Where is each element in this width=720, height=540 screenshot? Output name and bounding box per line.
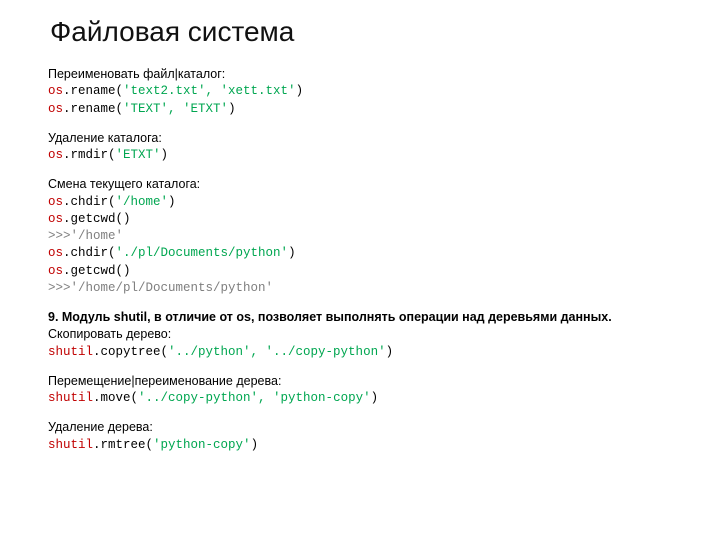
section-rmdir: Удаление каталога: os.rmdir('ETXT') xyxy=(48,130,672,165)
section-heading: Перемещение|переименование дерева: xyxy=(48,373,672,390)
code-line: os.rmdir('ETXT') xyxy=(48,147,672,164)
section-bold-note: 9. Модуль shutil, в отличие от os, позво… xyxy=(48,309,672,326)
slide-body: Переименовать файл|каталог: os.rename('t… xyxy=(48,66,672,454)
section-heading: Скопировать дерево: xyxy=(48,326,672,343)
slide: Файловая система Переименовать файл|ката… xyxy=(0,0,720,486)
code-line: os.rename('TEXT', 'ETXT') xyxy=(48,101,672,118)
section-shutil-intro: 9. Модуль shutil, в отличие от os, позво… xyxy=(48,309,672,361)
code-line: shutil.rmtree('python-copy') xyxy=(48,437,672,454)
code-line: os.getcwd() xyxy=(48,211,672,228)
code-line: os.getcwd() xyxy=(48,263,672,280)
code-line: os.chdir('/home') xyxy=(48,194,672,211)
code-line: os.chdir('./pl/Documents/python') xyxy=(48,245,672,262)
section-heading: Удаление каталога: xyxy=(48,130,672,147)
section-chdir: Смена текущего каталога: os.chdir('/home… xyxy=(48,176,672,297)
section-rename: Переименовать файл|каталог: os.rename('t… xyxy=(48,66,672,118)
section-heading: Удаление дерева: xyxy=(48,419,672,436)
section-move: Перемещение|переименование дерева: shuti… xyxy=(48,373,672,408)
section-rmtree: Удаление дерева: shutil.rmtree('python-c… xyxy=(48,419,672,454)
code-line: shutil.copytree('../python', '../copy-py… xyxy=(48,344,672,361)
code-line: shutil.move('../copy-python', 'python-co… xyxy=(48,390,672,407)
code-output: >>>'/home/pl/Documents/python' xyxy=(48,280,672,297)
section-heading: Смена текущего каталога: xyxy=(48,176,672,193)
section-heading: Переименовать файл|каталог: xyxy=(48,66,672,83)
code-output: >>>'/home' xyxy=(48,228,672,245)
slide-title: Файловая система xyxy=(50,16,672,48)
code-line: os.rename('text2.txt', 'xett.txt') xyxy=(48,83,672,100)
